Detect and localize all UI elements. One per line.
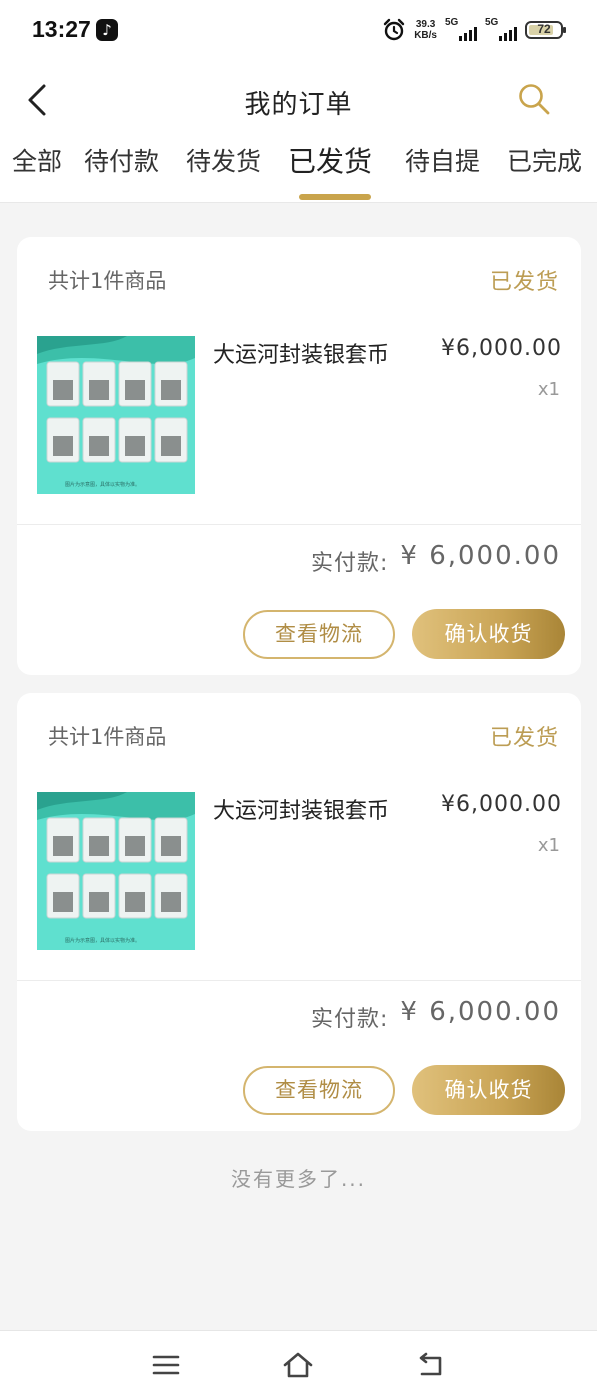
header: 我的订单 全部 待付款 待发货 已发货 待自提 已完成 (0, 62, 597, 203)
paid-label: 实付款: (311, 1007, 389, 1032)
tab-shipped[interactable]: 已发货 (288, 140, 372, 180)
tab-completed[interactable]: 已完成 (507, 142, 582, 178)
tab-pending-pickup[interactable]: 待自提 (405, 142, 480, 178)
image-caption: 图片为示意图，具体以实物为准。 (65, 937, 140, 944)
alarm-icon (384, 18, 405, 41)
page-title: 我的订单 (244, 90, 353, 120)
product-quantity: x1 (537, 379, 560, 400)
network-speed-value: 39.3 (415, 19, 436, 30)
item-count: 共计1件商品 (48, 269, 167, 293)
back-arrow-icon[interactable] (414, 1349, 446, 1381)
paid-label: 实付款: (311, 551, 389, 576)
view-logistics-button[interactable]: 查看物流 (243, 1066, 395, 1115)
no-more-text: 没有更多了... (230, 1167, 367, 1191)
signal-5g-1: 5G (445, 17, 477, 43)
product-name[interactable]: 大运河封装银套币 (213, 337, 389, 369)
tab-all[interactable]: 全部 (12, 142, 62, 178)
status-indicators: 39.3 KB/s 5G 5G 72 (382, 14, 566, 46)
paid-amount: ¥ 6,000.00 (400, 997, 561, 1027)
network-type-label: 5G (485, 17, 499, 28)
home-icon[interactable] (282, 1349, 314, 1381)
order-tabs: 全部 待付款 待发货 已发货 待自提 已完成 (0, 142, 597, 202)
paid-amount: ¥ 6,000.00 (400, 541, 561, 571)
order-card[interactable]: 共计1件商品 已发货 图片为示意图，具体以实物为准。 大运河封装银套币 ¥6,0… (17, 693, 581, 1131)
order-status: 已发货 (489, 270, 559, 295)
product-image[interactable]: 图片为示意图，具体以实物为准。 (37, 336, 195, 494)
product-image[interactable]: 图片为示意图，具体以实物为准。 (37, 792, 195, 950)
confirm-receipt-button[interactable]: 确认收货 (412, 1065, 565, 1115)
search-icon[interactable] (517, 82, 551, 116)
view-logistics-button[interactable]: 查看物流 (243, 610, 395, 659)
network-speed-unit: KB/s (414, 30, 437, 41)
active-tab-indicator (299, 194, 371, 200)
divider (17, 980, 581, 981)
divider (17, 524, 581, 525)
status-time: 13:27 (32, 16, 91, 42)
battery-level: 72 (537, 22, 551, 36)
tab-pending-payment[interactable]: 待付款 (84, 142, 159, 178)
order-card[interactable]: 共计1件商品 已发货 图片为示意图，具体以实物为准。 大运河封装银套币 ¥6,0… (17, 237, 581, 675)
signal-bars-icon (499, 27, 517, 41)
product-name[interactable]: 大运河封装银套币 (213, 793, 389, 825)
order-status: 已发货 (489, 726, 559, 751)
network-speed: 39.3 KB/s (414, 19, 437, 41)
confirm-receipt-button[interactable]: 确认收货 (412, 609, 565, 659)
product-quantity: x1 (537, 835, 560, 856)
tab-pending-shipment[interactable]: 待发货 (186, 142, 261, 178)
menu-icon[interactable] (150, 1349, 182, 1381)
network-type-label: 5G (445, 17, 459, 28)
system-nav-bar (0, 1330, 597, 1400)
battery-icon: 72 (525, 21, 566, 39)
product-price: ¥6,000.00 (441, 336, 562, 361)
product-price: ¥6,000.00 (441, 792, 562, 817)
tiktok-notification-icon: ♪ (96, 19, 118, 41)
signal-5g-2: 5G (485, 17, 517, 43)
item-count: 共计1件商品 (48, 725, 167, 749)
status-bar: 13:27 ♪ 39.3 KB/s 5G 5G 72 (0, 0, 597, 62)
signal-bars-icon (459, 27, 477, 41)
image-caption: 图片为示意图，具体以实物为准。 (65, 481, 140, 488)
